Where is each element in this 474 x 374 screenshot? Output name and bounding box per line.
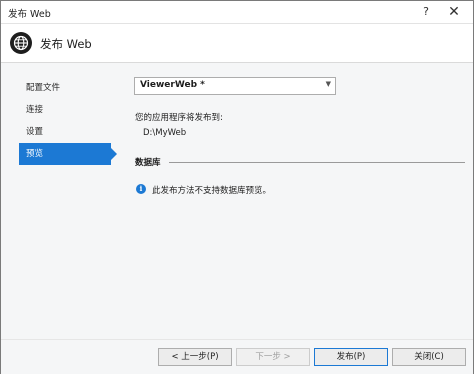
database-info-message: 此发布方法不支持数据库预览。 bbox=[152, 186, 272, 196]
close-button[interactable]: 关闭(C) bbox=[392, 348, 466, 366]
nav-item-preview[interactable]: 预览 bbox=[19, 143, 117, 165]
publish-target-path: D:\MyWeb bbox=[143, 128, 187, 138]
publish-web-dialog: 发布 Web ? ✕ 发布 Web 配置文件 连接 设置 预览 ViewerWe… bbox=[0, 0, 474, 374]
title-bar: 发布 Web ? ✕ bbox=[1, 1, 473, 24]
nav-item-settings[interactable]: 设置 bbox=[19, 121, 111, 143]
publish-target-label: 您的应用程序将发布到: bbox=[135, 113, 223, 123]
nav-item-connection[interactable]: 连接 bbox=[19, 99, 111, 121]
wizard-nav: 配置文件 连接 设置 预览 bbox=[19, 77, 117, 165]
dialog-footer: < 上一步(P) 下一步 > 发布(P) 关闭(C) bbox=[1, 339, 473, 374]
profile-select-value: ViewerWeb * bbox=[140, 80, 205, 90]
publish-button[interactable]: 发布(P) bbox=[314, 348, 388, 366]
profile-select[interactable]: ViewerWeb * ▼ bbox=[134, 77, 336, 95]
database-section-title: 数据库 bbox=[135, 158, 161, 168]
window-title: 发布 Web bbox=[8, 9, 51, 20]
header-title: 发布 Web bbox=[40, 37, 92, 51]
dialog-header: 发布 Web bbox=[1, 24, 473, 63]
previous-button[interactable]: < 上一步(P) bbox=[158, 348, 232, 366]
chevron-down-icon: ▼ bbox=[325, 80, 331, 88]
section-divider bbox=[169, 162, 465, 163]
next-button[interactable]: 下一步 > bbox=[236, 348, 310, 366]
close-window-button[interactable]: ✕ bbox=[443, 1, 465, 23]
info-icon: i bbox=[136, 184, 146, 194]
nav-item-profile[interactable]: 配置文件 bbox=[19, 77, 111, 99]
help-button[interactable]: ? bbox=[415, 1, 437, 23]
globe-icon bbox=[10, 32, 32, 54]
